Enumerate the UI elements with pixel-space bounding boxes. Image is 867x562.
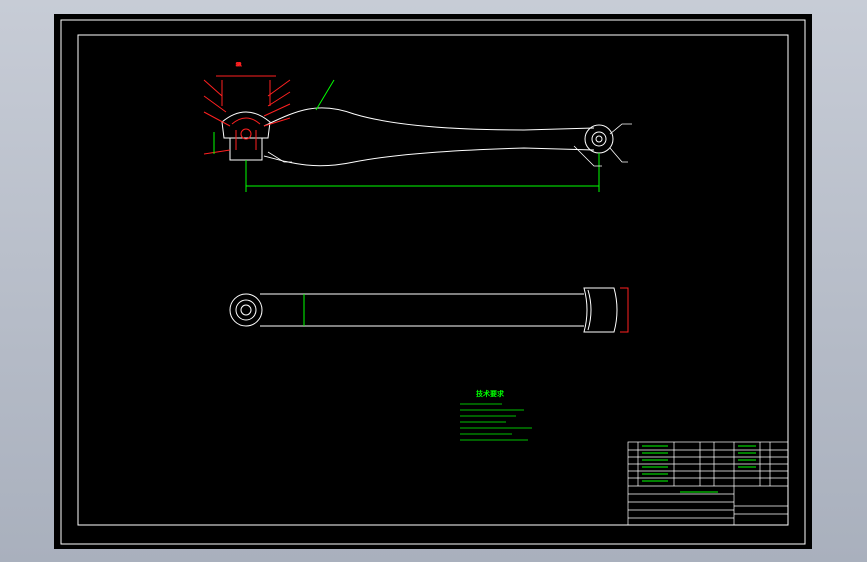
ball-stud-sides (235, 130, 257, 150)
callout-eye (609, 123, 632, 135)
inner-border (77, 34, 789, 526)
bushing-eye-inner (591, 131, 607, 147)
section-extension-lines (221, 80, 271, 106)
bushing-front-outer (229, 293, 263, 327)
end-width-dim (620, 287, 629, 333)
ball-joint-cap (221, 111, 271, 139)
outer-border (60, 19, 806, 545)
title-block (627, 441, 789, 526)
notes-heading: 技术要求 (476, 389, 505, 398)
bushing-front-inner (240, 304, 252, 316)
bushing-eye-bore (595, 135, 603, 143)
ball-stud-arc (231, 117, 261, 125)
leader-lines-left (203, 79, 231, 155)
bottom-view (229, 287, 618, 333)
cad-viewport[interactable]: SR 技术要求 (54, 14, 812, 549)
top-view-dimensions (213, 79, 600, 192)
callout-bushing (609, 147, 628, 163)
bottom-view-section (620, 287, 629, 333)
top-view (221, 107, 614, 167)
title-block-text-marks (642, 445, 756, 493)
bushing-front-mid (235, 299, 257, 321)
ball-joint-housing (229, 137, 263, 161)
arm-lower-edge (263, 147, 595, 167)
bushing-eye-outer (584, 124, 614, 154)
arm-upper-edge (263, 107, 595, 131)
leader-lines-right (263, 79, 291, 127)
callout-arm (573, 145, 602, 167)
ball-joint-section: SR (203, 62, 291, 155)
technical-notes: 技术要求 (460, 389, 532, 441)
arm-tube-edges (260, 293, 584, 327)
callouts (267, 123, 632, 167)
title-block-frame (627, 441, 789, 526)
section-label-top: SR (236, 62, 242, 67)
ball-joint-end-inner (587, 289, 592, 331)
cad-drawing: SR 技术要求 (60, 19, 806, 545)
angle-leader (315, 79, 335, 111)
